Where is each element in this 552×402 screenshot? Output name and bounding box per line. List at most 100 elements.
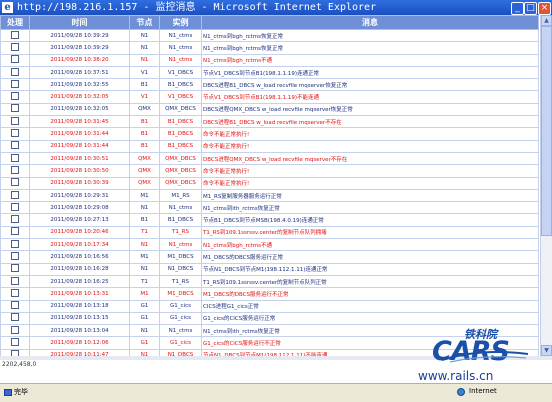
table-row[interactable]: 2011/09/28 10:31:44 B1 B1_DBCS 命令不能正常执行! (0, 127, 539, 141)
row-checkbox[interactable] (11, 165, 19, 174)
row-select-cell (0, 213, 30, 227)
row-checkbox[interactable] (11, 79, 19, 88)
row-select-cell (0, 139, 30, 153)
cell-time: 2011/09/28 10:31:44 (29, 139, 130, 153)
row-checkbox[interactable] (11, 190, 19, 199)
row-select-cell (0, 311, 30, 326)
minimize-button[interactable]: _ (511, 2, 524, 15)
table-row[interactable]: 2011/09/28 10:17:34 N1 N1_ctms N1_ctms到bgh_… (0, 238, 539, 252)
table-row[interactable]: 2011/09/28 10:30:50 QMX QMX_DBCS 命令不能正常执行! (0, 164, 539, 178)
row-checkbox[interactable] (11, 264, 19, 273)
header-select[interactable]: 处理 (0, 15, 30, 30)
cell-message: DBCS进程QMX_DBCS w_load recvfile mqserver恢… (201, 102, 539, 117)
cell-time: 2011/09/28 10:31:44 (29, 127, 130, 141)
table-row[interactable]: 2011/09/28 10:37:51 V1 V1_DBCS 节点V1_DBCS到节点… (0, 65, 539, 80)
row-checkbox[interactable] (11, 338, 19, 347)
row-select-cell (0, 201, 30, 215)
row-checkbox[interactable] (11, 239, 19, 248)
row-select-cell (0, 348, 30, 356)
row-checkbox[interactable] (11, 301, 19, 310)
table-row[interactable]: 2011/09/28 10:30:51 QMX QMX_DBCS DBCS进程QMX_… (0, 151, 539, 166)
vertical-scrollbar[interactable]: ▲ ▼ (540, 15, 552, 356)
table-row[interactable]: 2011/09/28 10:39:29 N1 N1_ctms N1_ctms到bgh_… (0, 41, 539, 55)
row-checkbox[interactable] (11, 129, 19, 138)
table-row[interactable]: 2011/09/28 10:16:25 T1 T1_RS T1_RS到109.1ssr… (0, 274, 539, 289)
row-checkbox[interactable] (11, 227, 19, 236)
cell-time: 2011/09/28 10:32:05 (29, 102, 130, 117)
row-checkbox[interactable] (11, 55, 19, 64)
cell-message: CICS进程G1_cics正常 (201, 299, 539, 313)
cell-node: M1 (129, 287, 160, 301)
cell-instance: M1_DBCS (159, 287, 202, 301)
table-row[interactable]: 2011/09/28 10:32:05 QMX QMX_DBCS DBCS进程QMX_… (0, 102, 539, 117)
cell-message: 节点V1_DBCS到节点B1(198.1.1.19)连通正常 (201, 65, 539, 80)
table-row[interactable]: 2011/09/28 10:38:20 N1 N1_ctms N1_ctms到bgh_… (0, 53, 539, 67)
cell-message: N1_ctms到bgh_rctms不通 (201, 53, 539, 67)
header-node[interactable]: 节点 (129, 15, 160, 30)
table-row[interactable]: 2011/09/28 10:29:31 M1 M1_RS M1_RS复制服务器服务运行… (0, 188, 539, 203)
row-checkbox[interactable] (11, 325, 19, 334)
row-checkbox[interactable] (11, 202, 19, 211)
cell-instance: B1_DBCS (159, 115, 202, 129)
table-row[interactable]: 2011/09/28 10:13:18 G1 G1_cics CICS进程G1_cic… (0, 299, 539, 313)
title-bar: e http://198.216.1.157 - 监控消息 - Microsof… (0, 0, 552, 15)
table-row[interactable]: 2011/09/28 10:30:39 QMX QMX_DBCS 命令不能正常执行! (0, 176, 539, 190)
cell-instance: M1_RS (159, 188, 202, 203)
cell-time: 2011/09/28 10:13:04 (29, 324, 130, 338)
row-checkbox[interactable] (11, 251, 19, 260)
row-checkbox[interactable] (11, 30, 19, 39)
page-done-icon (4, 389, 12, 396)
header-time[interactable]: 时间 (29, 15, 130, 30)
table-row[interactable]: 2011/09/28 10:13:31 M1 M1_DBCS M1_DBCS的DBCS… (0, 287, 539, 301)
row-select-cell (0, 324, 30, 338)
table-row[interactable]: 2011/09/28 10:31:45 B1 B1_DBCS DBCS进程B1_DBC… (0, 115, 539, 129)
table-row[interactable]: 2011/09/28 10:27:13 B1 B1_DBCS 节点B1_DBCS到节点… (0, 213, 539, 227)
header-message[interactable]: 消息 (201, 15, 539, 30)
cell-node: QMX (129, 102, 160, 117)
row-checkbox[interactable] (11, 288, 19, 297)
scroll-up-arrow-icon[interactable]: ▲ (541, 15, 552, 26)
table-row[interactable]: 2011/09/28 10:16:28 N1 N1_DBCS 节点N1_DBCS到节点… (0, 262, 539, 276)
logo-swoosh-icon (441, 351, 529, 363)
row-checkbox[interactable] (11, 153, 19, 162)
table-row[interactable]: 2011/09/28 10:16:56 M1 M1_DBCS M1_DBCS的DBCS… (0, 250, 539, 264)
cell-instance: G1_cics (159, 311, 202, 326)
cell-message: T1_RS到109.1ssrssv.center的复制节点队列正常 (201, 274, 539, 289)
row-checkbox[interactable] (11, 116, 19, 125)
cell-time: 2011/09/28 10:16:56 (29, 250, 130, 264)
row-checkbox[interactable] (11, 141, 19, 150)
scroll-thumb[interactable] (541, 26, 552, 236)
cell-message: N1_ctms到bgh_rctms恢复正常 (201, 41, 539, 55)
row-checkbox[interactable] (11, 67, 19, 76)
row-select-cell (0, 65, 30, 80)
status-bar: 完毕 Internet (0, 383, 552, 402)
cell-time: 2011/09/28 10:38:20 (29, 53, 130, 67)
row-checkbox[interactable] (11, 276, 19, 285)
close-button[interactable]: × (538, 2, 551, 15)
table-row[interactable]: 2011/09/28 10:32:55 B1 B1_DBCS DBCS进程B1_DBC… (0, 78, 539, 92)
row-checkbox[interactable] (11, 178, 19, 187)
row-checkbox[interactable] (11, 42, 19, 51)
maximize-button[interactable]: □ (524, 2, 537, 15)
table-row[interactable]: 2011/09/28 10:31:44 B1 B1_DBCS 命令不能正常执行! (0, 139, 539, 153)
cell-node: T1 (129, 225, 160, 240)
cell-time: 2011/09/28 10:31:45 (29, 115, 130, 129)
row-checkbox[interactable] (11, 92, 19, 101)
header-instance[interactable]: 实例 (159, 15, 202, 30)
internet-zone-icon (457, 388, 465, 396)
table-row[interactable]: 2011/09/28 10:20:46 T1 T1_RS T1_RS到109.1ssr… (0, 225, 539, 240)
table-row[interactable]: 2011/09/28 10:29:08 N1 N1_ctms N1_ctms到ith_… (0, 201, 539, 215)
cell-node: N1 (129, 348, 160, 356)
zone-text: Internet (469, 387, 497, 395)
cell-time: 2011/09/28 10:29:08 (29, 201, 130, 215)
table-row[interactable]: 2011/09/28 10:39:29 N1 N1_ctms N1_ctms到bgh_… (0, 28, 539, 43)
table-row[interactable]: 2011/09/28 10:13:15 G1 G1_cics G1_cics的CICS… (0, 311, 539, 326)
table-header-row: 处理 时间 节点 实例 消息 (0, 15, 539, 30)
cell-time: 2011/09/28 10:30:51 (29, 151, 130, 166)
row-checkbox[interactable] (11, 313, 19, 322)
cell-node: N1 (129, 262, 160, 276)
row-checkbox[interactable] (11, 104, 19, 113)
table-row[interactable]: 2011/09/28 10:32:05 V1 V1_DBCS 节点V1_DBCS到节点… (0, 90, 539, 104)
scroll-down-arrow-icon[interactable]: ▼ (541, 345, 552, 356)
row-checkbox[interactable] (11, 215, 19, 224)
